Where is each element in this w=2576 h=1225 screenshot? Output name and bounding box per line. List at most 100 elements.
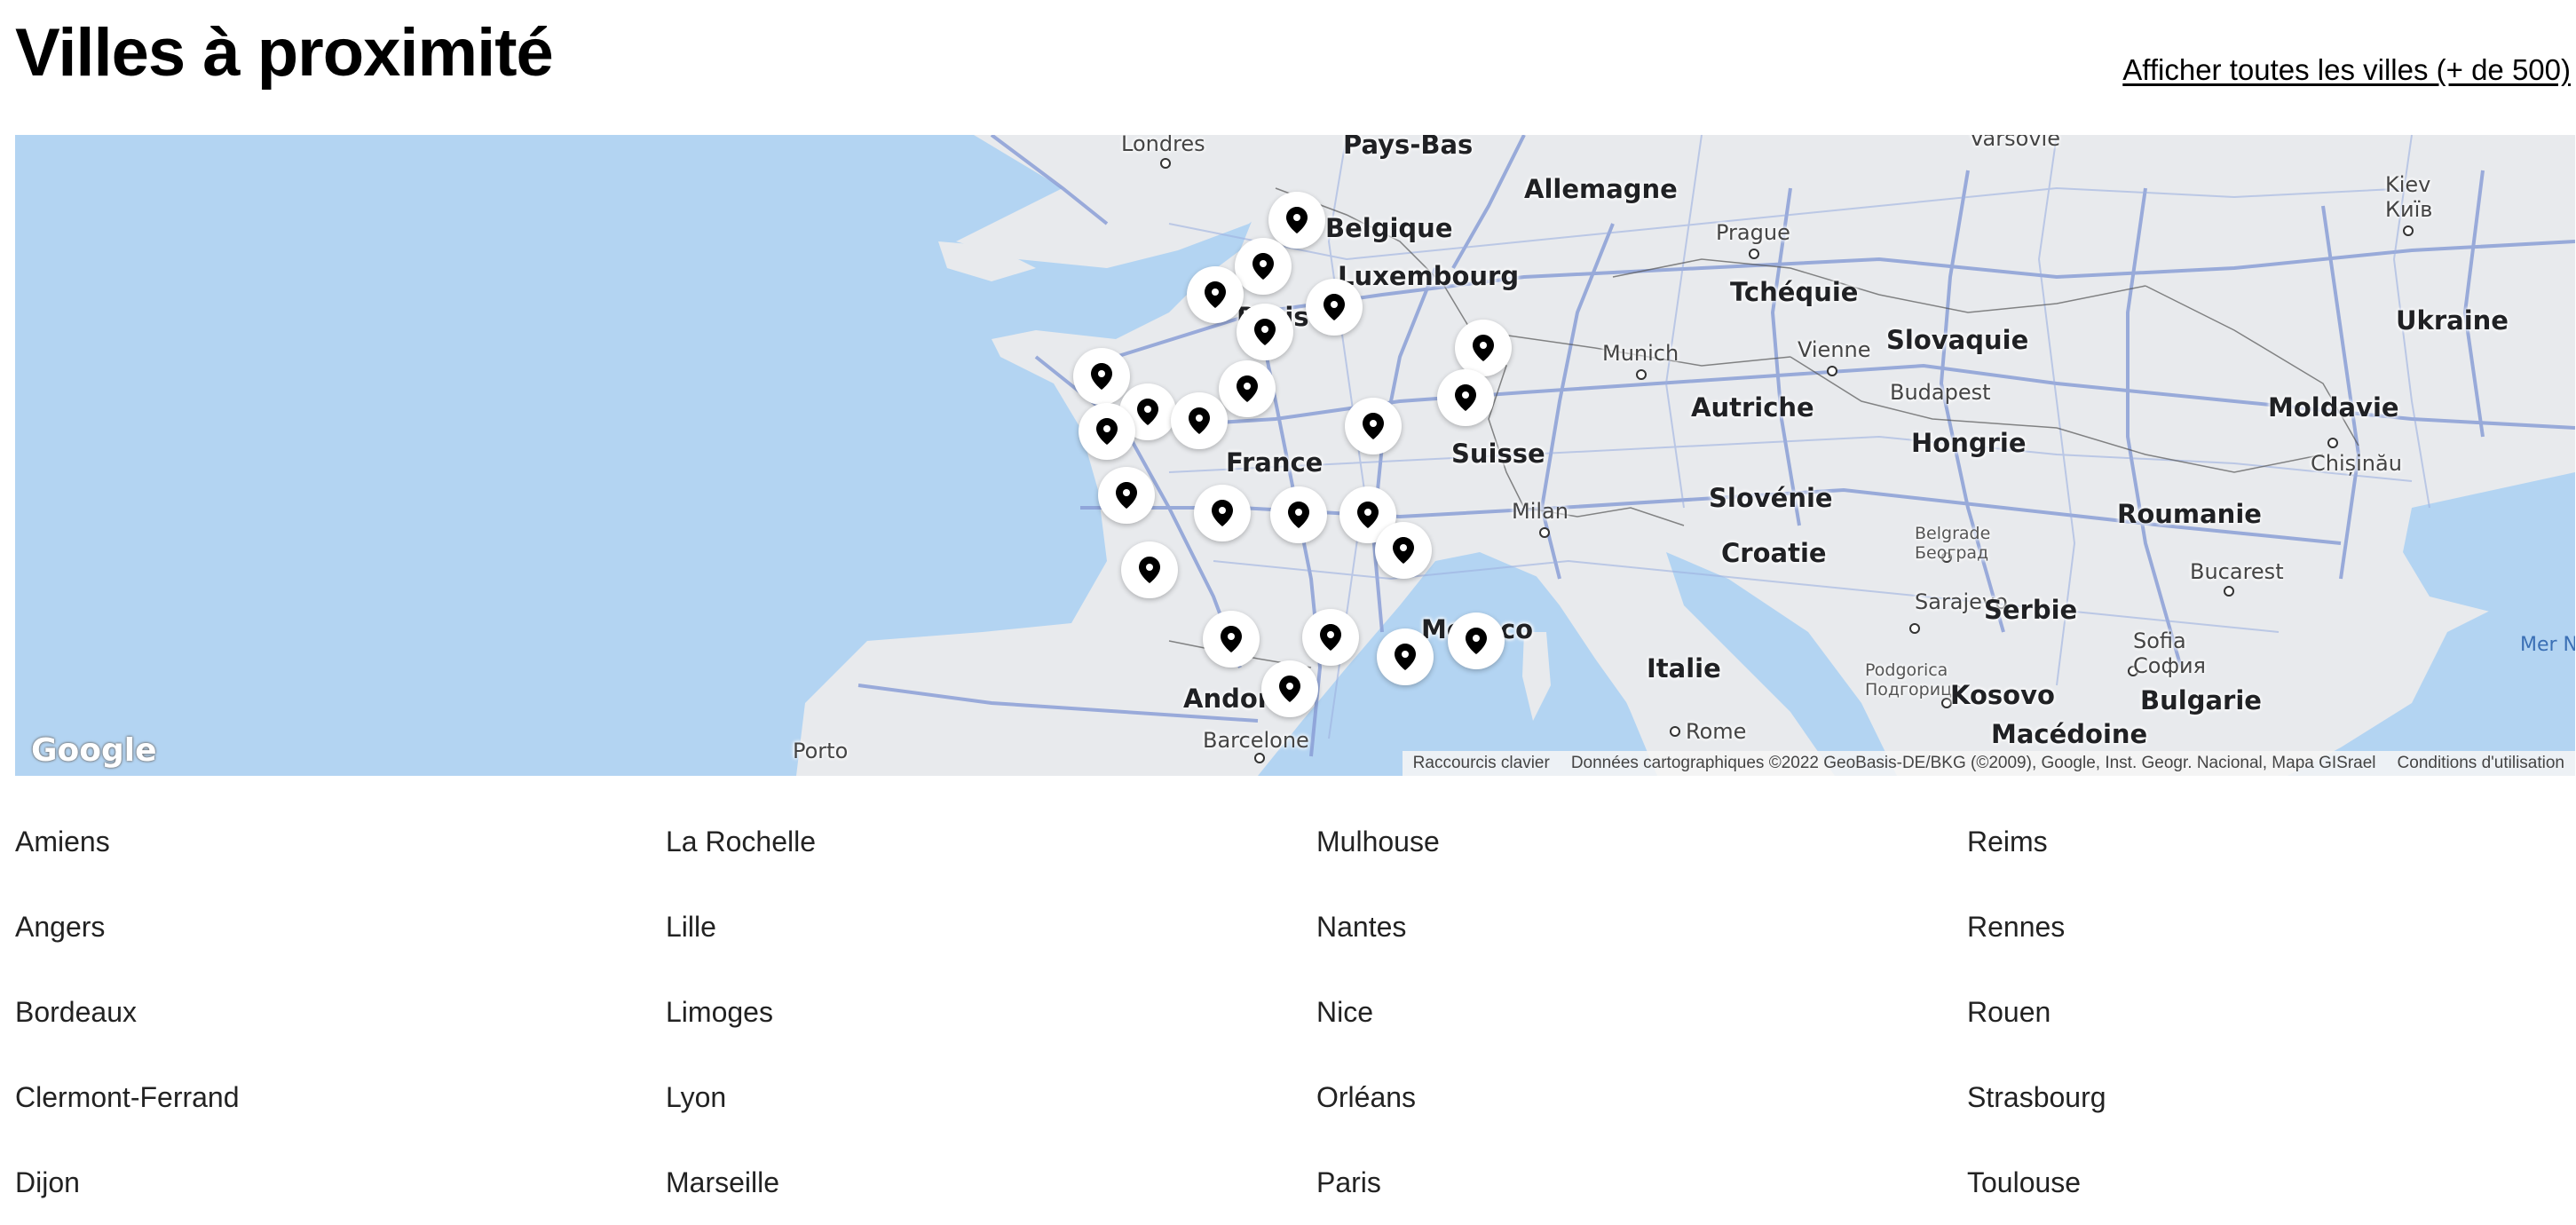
map-label-munich: Munich [1602, 341, 1679, 366]
city-link[interactable]: Marseille [666, 1140, 1316, 1225]
city-link[interactable]: Mulhouse [1316, 799, 1967, 884]
cities-grid: Amiens La Rochelle Mulhouse Reims Angers… [15, 799, 2575, 1225]
map-label-moldavie: Moldavie [2268, 392, 2399, 423]
map-label-luxembourg: Luxembourg [1338, 261, 1520, 291]
map-pin-icon [1363, 413, 1384, 439]
map-label-sofia-bg: София [2133, 653, 2206, 678]
city-link[interactable]: Amiens [15, 799, 666, 884]
map[interactable]: Pays-Bas Londres Belgique Allemagne Vars… [15, 135, 2575, 776]
map-pin[interactable] [1306, 279, 1363, 336]
page: Villes à proximité Afficher toutes les v… [0, 0, 2576, 1200]
map-label-france: France [1226, 447, 1324, 478]
map-pin[interactable] [1237, 304, 1293, 360]
map-label-vienne: Vienne [1798, 337, 1871, 362]
map-label-mer-noire: Mer No [2520, 634, 2575, 656]
map-pin[interactable] [1377, 628, 1434, 685]
city-link[interactable]: Rouen [1967, 969, 2576, 1055]
map-pin-icon [1139, 557, 1160, 583]
map-pin[interactable] [1203, 611, 1260, 668]
map-label-slovaquie: Slovaquie [1886, 325, 2029, 355]
map-label-bucarest: Bucarest [2190, 559, 2284, 584]
map-pin-icon [1096, 418, 1118, 445]
map-pin-icon [1455, 384, 1476, 411]
city-link[interactable]: Lyon [666, 1055, 1316, 1140]
map-pin[interactable] [1219, 360, 1276, 417]
show-all-cities-link[interactable]: Afficher toutes les villes (+ de 500) [2122, 53, 2571, 87]
city-link[interactable]: Lille [666, 884, 1316, 969]
map-label-hongrie: Hongrie [1911, 428, 2027, 458]
map-pin[interactable] [1171, 392, 1228, 449]
map-pin-icon [1212, 500, 1233, 526]
map-pin[interactable] [1235, 238, 1292, 295]
map-pin[interactable] [1375, 522, 1432, 579]
map-pin-icon [1393, 537, 1414, 564]
map-label-belgrade: Belgrade [1915, 524, 1991, 543]
map-label-tcheque: Tchéquie [1730, 277, 1859, 307]
map-label-kiev: Kiev [2385, 172, 2431, 197]
city-link[interactable]: Nice [1316, 969, 1967, 1055]
map-label-slovenie: Slovénie [1709, 483, 1833, 513]
map-pin[interactable] [1098, 467, 1155, 524]
map-pin[interactable] [1302, 609, 1359, 666]
map-data-credit: Données cartographiques ©2022 GeoBasis-D… [1570, 754, 2376, 772]
map-label-belgrade-sr: Београд [1915, 543, 1989, 563]
city-link[interactable]: Orléans [1316, 1055, 1967, 1140]
map-pin[interactable] [1270, 486, 1327, 543]
map-pin[interactable] [1345, 398, 1402, 454]
map-pin-icon [1252, 253, 1274, 280]
map-label-kosovo: Kosovo [1950, 680, 2055, 710]
map-attribution: Raccourcis clavier Données cartographiqu… [1402, 751, 2575, 776]
city-link[interactable]: Angers [15, 884, 666, 969]
city-link[interactable]: Nantes [1316, 884, 1967, 969]
map-label-kiev-uk: Київ [2385, 197, 2433, 222]
map-pin-icon [1320, 624, 1341, 651]
city-link[interactable]: Bordeaux [15, 969, 666, 1055]
city-link[interactable]: Strasbourg [1967, 1055, 2576, 1140]
map-label-serbie: Serbie [1984, 595, 2078, 625]
city-link[interactable]: Paris [1316, 1140, 1967, 1225]
map-pin[interactable] [1187, 266, 1244, 323]
map-pin-icon [1116, 482, 1137, 509]
map-pin-icon [1279, 676, 1300, 702]
map-label-croatie: Croatie [1721, 538, 1827, 568]
map-pin[interactable] [1437, 369, 1494, 426]
map-label-autriche: Autriche [1691, 392, 1814, 423]
map-label-sofia: Sofia [2133, 628, 2186, 653]
map-pin[interactable] [1073, 348, 1130, 405]
map-label-prague: Prague [1716, 220, 1790, 245]
city-link[interactable]: Dijon [15, 1140, 666, 1225]
map-pin[interactable] [1079, 403, 1135, 460]
map-label-ukraine: Ukraine [2396, 305, 2509, 336]
map-label-allemagne: Allemagne [1524, 174, 1678, 204]
map-label-milan: Milan [1512, 499, 1569, 524]
city-link[interactable]: Reims [1967, 799, 2576, 884]
map-pin[interactable] [1261, 660, 1318, 717]
keyboard-shortcuts-link[interactable]: Raccourcis clavier [1403, 754, 1561, 773]
map-label-rome: Rome [1686, 719, 1747, 744]
map-pin[interactable] [1448, 612, 1505, 669]
google-logo: Google [31, 732, 157, 769]
map-pin-icon [1288, 502, 1309, 528]
map-pin[interactable] [1121, 541, 1178, 598]
map-label-italie: Italie [1647, 653, 1721, 684]
map-label-londres: Londres [1121, 135, 1205, 156]
map-label-pays-bas: Pays-Bas [1343, 135, 1474, 160]
map-pin[interactable] [1194, 485, 1251, 541]
map-label-barcelone: Barcelone [1203, 728, 1309, 753]
map-label-chisinau: Chișinău [2311, 451, 2402, 476]
map-label-podgorica: Podgorica [1865, 660, 1948, 680]
city-link[interactable]: Limoges [666, 969, 1316, 1055]
city-link[interactable]: La Rochelle [666, 799, 1316, 884]
page-title: Villes à proximité [15, 15, 554, 91]
city-link[interactable]: Toulouse [1967, 1140, 2576, 1225]
map-label-podgorica-sr: Подгорица [1865, 680, 1963, 699]
city-link[interactable]: Rennes [1967, 884, 2576, 969]
city-link[interactable]: Clermont-Ferrand [15, 1055, 666, 1140]
map-pin[interactable] [1455, 320, 1512, 376]
map-pin-icon [1221, 626, 1242, 652]
map-pin-icon [1137, 399, 1158, 425]
map-pin-icon [1286, 207, 1308, 233]
map-pin-icon [1357, 502, 1379, 528]
map-pin[interactable] [1268, 192, 1325, 249]
terms-of-use-link[interactable]: Conditions d'utilisation [2387, 754, 2575, 773]
